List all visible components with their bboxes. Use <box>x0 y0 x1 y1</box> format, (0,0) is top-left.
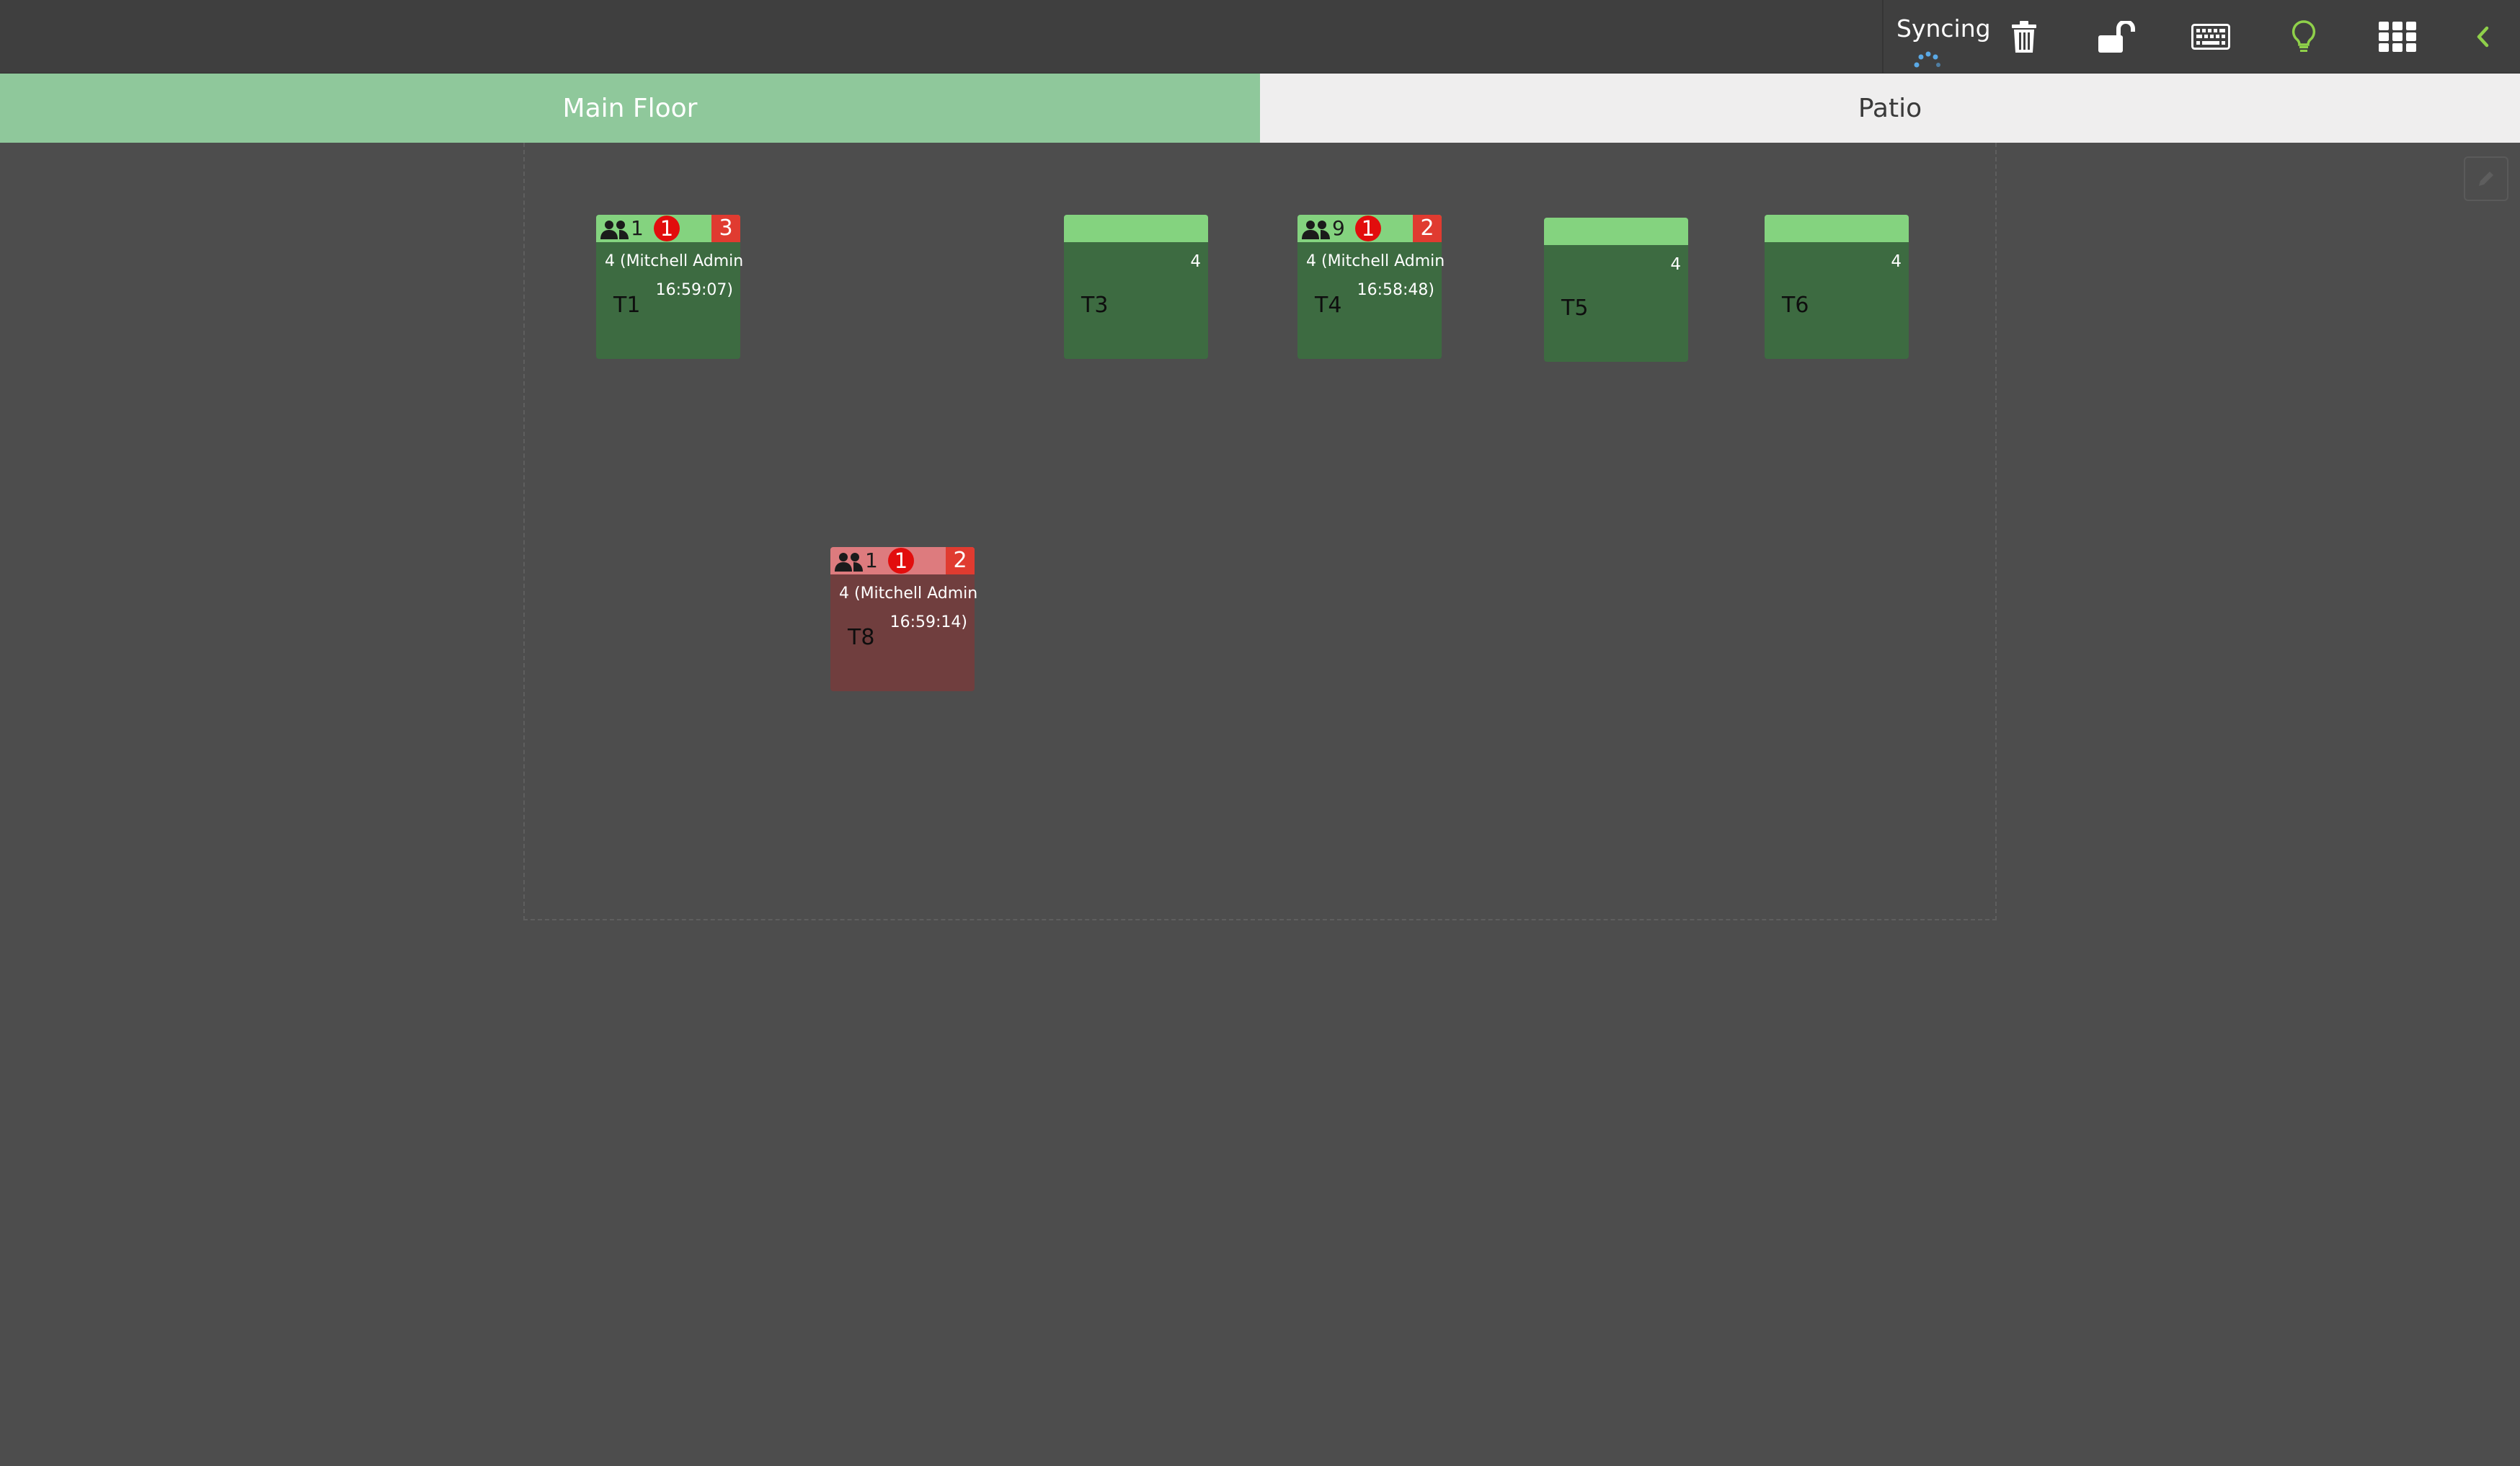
tab-main-floor[interactable]: Main Floor <box>0 74 1260 143</box>
people-icon <box>1302 221 1330 239</box>
people-icon <box>600 221 629 239</box>
table-t5[interactable]: 4 T5 <box>1544 218 1688 362</box>
alert-badge: 1 <box>654 216 680 241</box>
order-info: 4 (Mitchell Admin <box>839 585 978 603</box>
keyboard-icon[interactable] <box>2188 16 2233 58</box>
table-name: T3 <box>1081 293 1109 318</box>
order-time: 16:59:07) <box>655 281 733 299</box>
order-count-badge: 2 <box>1413 215 1442 242</box>
edit-floor-button[interactable] <box>2464 156 2508 201</box>
table-t6[interactable]: 4 T6 <box>1765 215 1909 359</box>
order-info: 4 (Mitchell Admin <box>1306 252 1445 270</box>
people-icon <box>835 553 863 572</box>
guest-count: 9 <box>1332 216 1345 240</box>
order-info: 4 (Mitchell Admin <box>605 252 744 270</box>
table-t4[interactable]: 9 1 2 4 (Mitchell Admin 16:58:48) T4 <box>1297 215 1445 359</box>
lightbulb-icon[interactable] <box>2281 16 2326 58</box>
table-t1[interactable]: 1 1 3 4 (Mitchell Admin 16:59:07) T1 <box>596 215 744 359</box>
unlock-icon[interactable] <box>2095 16 2139 58</box>
trash-icon[interactable] <box>2002 16 2046 58</box>
table-header: 1 1 2 <box>830 547 975 574</box>
table-name: T4 <box>1315 293 1342 318</box>
table-header: 9 1 2 <box>1297 215 1442 242</box>
seat-count: 4 <box>1891 252 1902 271</box>
top-bar: Syncing <box>0 0 2520 74</box>
seat-count: 4 <box>1190 252 1201 271</box>
tab-patio[interactable]: Patio <box>1260 74 2520 143</box>
order-time: 16:59:14) <box>889 613 967 631</box>
guest-count: 1 <box>865 548 878 572</box>
table-header: 1 1 3 <box>596 215 740 242</box>
order-count-badge: 2 <box>946 547 975 574</box>
apps-grid-icon[interactable] <box>2375 16 2420 58</box>
sync-spinner-icon <box>1914 51 1940 68</box>
table-header <box>1765 215 1909 242</box>
sync-status-label: Syncing <box>1896 14 1991 43</box>
table-t3[interactable]: 4 T3 <box>1064 215 1208 359</box>
order-time: 16:58:48) <box>1357 281 1434 299</box>
table-name: T1 <box>613 293 641 318</box>
table-name: T6 <box>1782 293 1809 318</box>
table-name: T8 <box>848 625 875 650</box>
chevron-left-icon[interactable] <box>2460 16 2505 58</box>
floor-tabs: Main Floor Patio <box>0 74 2520 143</box>
table-t8[interactable]: 1 1 2 4 (Mitchell Admin 16:59:14) T8 <box>830 547 978 691</box>
alert-badge: 1 <box>1355 216 1381 241</box>
topbar-divider <box>1882 0 1884 73</box>
table-header <box>1544 218 1688 245</box>
pencil-icon <box>2479 172 2493 186</box>
table-name: T5 <box>1561 296 1589 321</box>
guest-count: 1 <box>631 216 644 240</box>
order-count-badge: 3 <box>711 215 740 242</box>
seat-count: 4 <box>1670 255 1681 274</box>
table-header <box>1064 215 1208 242</box>
alert-badge: 1 <box>888 548 914 574</box>
